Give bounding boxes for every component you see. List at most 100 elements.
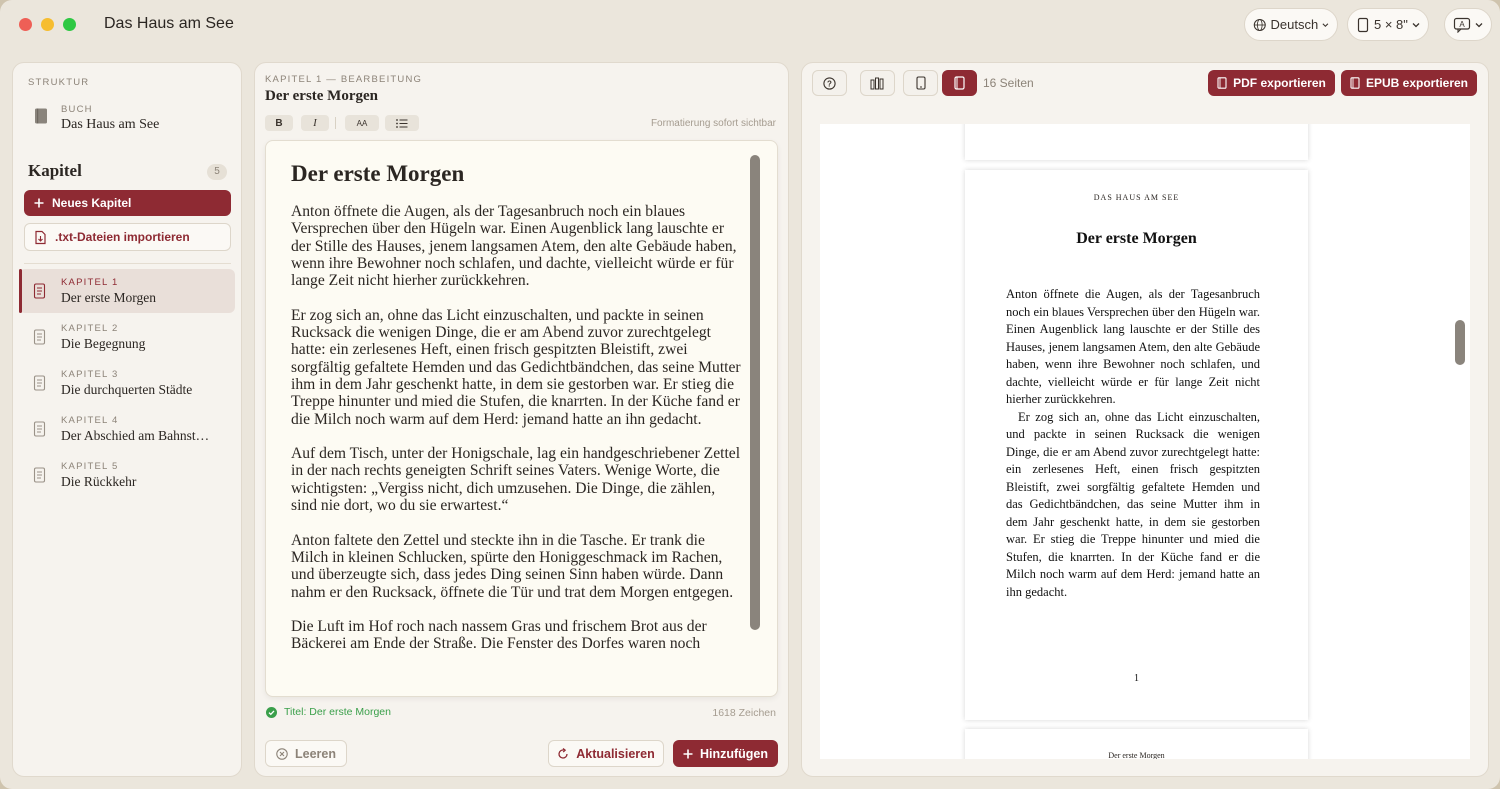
book-page-icon — [954, 76, 965, 90]
import-label: .txt-Dateien importieren — [55, 230, 190, 244]
export-pdf-button[interactable]: PDF exportieren — [1208, 70, 1335, 96]
export-pdf-label: PDF exportieren — [1233, 76, 1326, 90]
font-size-button[interactable]: AA — [345, 115, 379, 131]
next-page-running-head: Der erste Morgen — [1108, 751, 1165, 759]
close-window-button[interactable] — [19, 18, 32, 31]
book-icon — [1350, 77, 1360, 89]
minimize-window-button[interactable] — [41, 18, 54, 31]
text-bubble-icon: A — [1453, 17, 1471, 33]
clear-label: Leeren — [295, 746, 336, 761]
chapter-title: Der Abschied am Bahnst… — [61, 428, 210, 443]
page-heading: Der erste Morgen — [1076, 230, 1197, 247]
page-paragraph: Er zog sich an, ohne das Licht einzuscha… — [1006, 409, 1260, 599]
book-view-button[interactable] — [942, 70, 977, 96]
sidebar-chapter-4[interactable]: KAPITEL 4 Der Abschied am Bahnst… — [19, 407, 235, 451]
phone-icon — [915, 76, 926, 90]
chapters-count-badge: 5 — [207, 164, 227, 180]
editor-paragraph: Anton öffnete die Augen, als der Tagesan… — [291, 203, 737, 290]
text-editor-area[interactable]: Der erste Morgen Anton öffnete die Augen… — [265, 140, 778, 697]
chapter-title: Der erste Morgen — [61, 290, 156, 305]
editor-scrollbar[interactable] — [750, 155, 760, 630]
add-label: Hinzufügen — [699, 746, 769, 761]
active-indicator — [19, 269, 22, 313]
globe-icon — [1253, 18, 1266, 31]
list-button[interactable] — [385, 115, 419, 131]
editor-chapter-title: Der erste Morgen — [265, 88, 378, 104]
page-body: Anton öffnete die Augen, als der Tagesan… — [1006, 286, 1260, 601]
refresh-icon — [558, 747, 568, 759]
add-button[interactable]: Hinzufügen — [673, 740, 778, 767]
editor-paragraph: Die Luft im Hof roch nach nassem Gras un… — [291, 618, 707, 653]
document-icon — [33, 283, 46, 299]
book-label: BUCH — [61, 104, 93, 115]
title-bar: Das Haus am See Deutsch 5 × 8" A — [0, 0, 1500, 50]
export-epub-label: EPUB exportieren — [1365, 76, 1469, 90]
book-item[interactable]: BUCH Das Haus am See — [29, 101, 229, 137]
editor-heading: Der erste Morgen — [291, 161, 465, 186]
sidebar-chapter-2[interactable]: KAPITEL 2 Die Begegnung — [19, 315, 235, 359]
chapter-number: KAPITEL 3 — [61, 369, 119, 380]
preview-page: DAS HAUS AM SEE Der erste Morgen Anton ö… — [965, 170, 1308, 720]
new-chapter-button[interactable]: Neues Kapitel — [24, 190, 231, 216]
editor-breadcrumb: KAPITEL 1 — BEARBEITUNG — [265, 74, 423, 85]
editor-paragraph: Er zog sich an, ohne das Licht einzuscha… — [291, 306, 741, 428]
format-hint: Formatierung sofort sichtbar — [650, 118, 776, 129]
bold-button[interactable]: B — [265, 115, 293, 131]
export-epub-button[interactable]: EPUB exportieren — [1341, 70, 1477, 96]
sidebar-chapter-3[interactable]: KAPITEL 3 Die durchquerten Städte — [19, 361, 235, 405]
document-icon — [33, 421, 46, 437]
document-icon — [1217, 77, 1227, 89]
zoom-window-button[interactable] — [63, 18, 76, 31]
sidebar-chapter-1[interactable]: KAPITEL 1 Der erste Morgen — [19, 269, 235, 313]
update-button[interactable]: Aktualisieren — [548, 740, 664, 767]
text-style-menu[interactable]: A — [1444, 8, 1492, 41]
document-icon — [33, 329, 46, 345]
phone-view-button[interactable] — [903, 70, 938, 96]
chevron-down-icon — [1322, 22, 1329, 27]
running-head: DAS HAUS AM SEE — [1093, 193, 1180, 202]
list-icon — [396, 118, 408, 128]
chapter-number: KAPITEL 5 — [61, 461, 119, 472]
page-size-select[interactable]: 5 × 8" — [1347, 8, 1429, 41]
italic-button[interactable]: I — [301, 115, 329, 131]
chapter-number: KAPITEL 1 — [61, 277, 119, 288]
clear-circle-icon — [276, 747, 288, 760]
books-icon — [870, 77, 884, 89]
editor-paragraph: Auf dem Tisch, unter der Honigschale, la… — [291, 445, 741, 515]
page-size-value: 5 × 8" — [1374, 17, 1408, 32]
language-value: Deutsch — [1270, 17, 1319, 32]
sidebar-chapter-5[interactable]: KAPITEL 5 Die Rückkehr — [19, 453, 235, 497]
format-separator — [335, 117, 336, 129]
previous-page — [965, 124, 1308, 160]
book-title: Das Haus am See — [61, 117, 160, 132]
preview-panel: ? 16 Seiten PDF exportieren EPUB exporti… — [801, 62, 1489, 777]
editor-panel: KAPITEL 1 — BEARBEITUNG Der erste Morgen… — [254, 62, 789, 777]
character-count: 1618 Zeichen — [712, 707, 776, 719]
clear-button[interactable]: Leeren — [265, 740, 347, 767]
title-status: Titel: Der erste Morgen — [266, 706, 391, 718]
structure-label: STRUKTUR — [28, 77, 90, 88]
document-icon — [33, 467, 46, 483]
sidebar-divider — [24, 263, 231, 264]
page-count: 16 Seiten — [983, 76, 1034, 90]
page-preview-area[interactable]: DAS HAUS AM SEE Der erste Morgen Anton ö… — [820, 124, 1470, 759]
library-view-button[interactable] — [860, 70, 895, 96]
language-select[interactable]: Deutsch — [1244, 8, 1338, 41]
document-icon — [33, 375, 46, 391]
help-button[interactable]: ? — [812, 70, 847, 96]
chevron-down-icon — [1412, 22, 1420, 27]
page-number: 1 — [1134, 673, 1139, 684]
chapter-number: KAPITEL 2 — [61, 323, 119, 334]
editor-body: Anton öffnete die Augen, als der Tagesan… — [291, 203, 743, 670]
plus-icon — [683, 749, 693, 758]
next-page: Der erste Morgen — [965, 729, 1308, 759]
chapter-title: Die durchquerten Städte — [61, 382, 193, 397]
chevron-down-icon — [1475, 22, 1483, 27]
window-title: Das Haus am See — [104, 15, 234, 32]
preview-scrollbar[interactable] — [1455, 320, 1465, 365]
import-txt-button[interactable]: .txt-Dateien importieren — [24, 223, 231, 251]
plus-icon — [34, 198, 44, 208]
chapter-title: Die Begegnung — [61, 336, 146, 351]
title-status-text: Titel: Der erste Morgen — [284, 706, 391, 718]
page-paragraph: Anton öffnete die Augen, als der Tagesan… — [1006, 287, 1260, 406]
